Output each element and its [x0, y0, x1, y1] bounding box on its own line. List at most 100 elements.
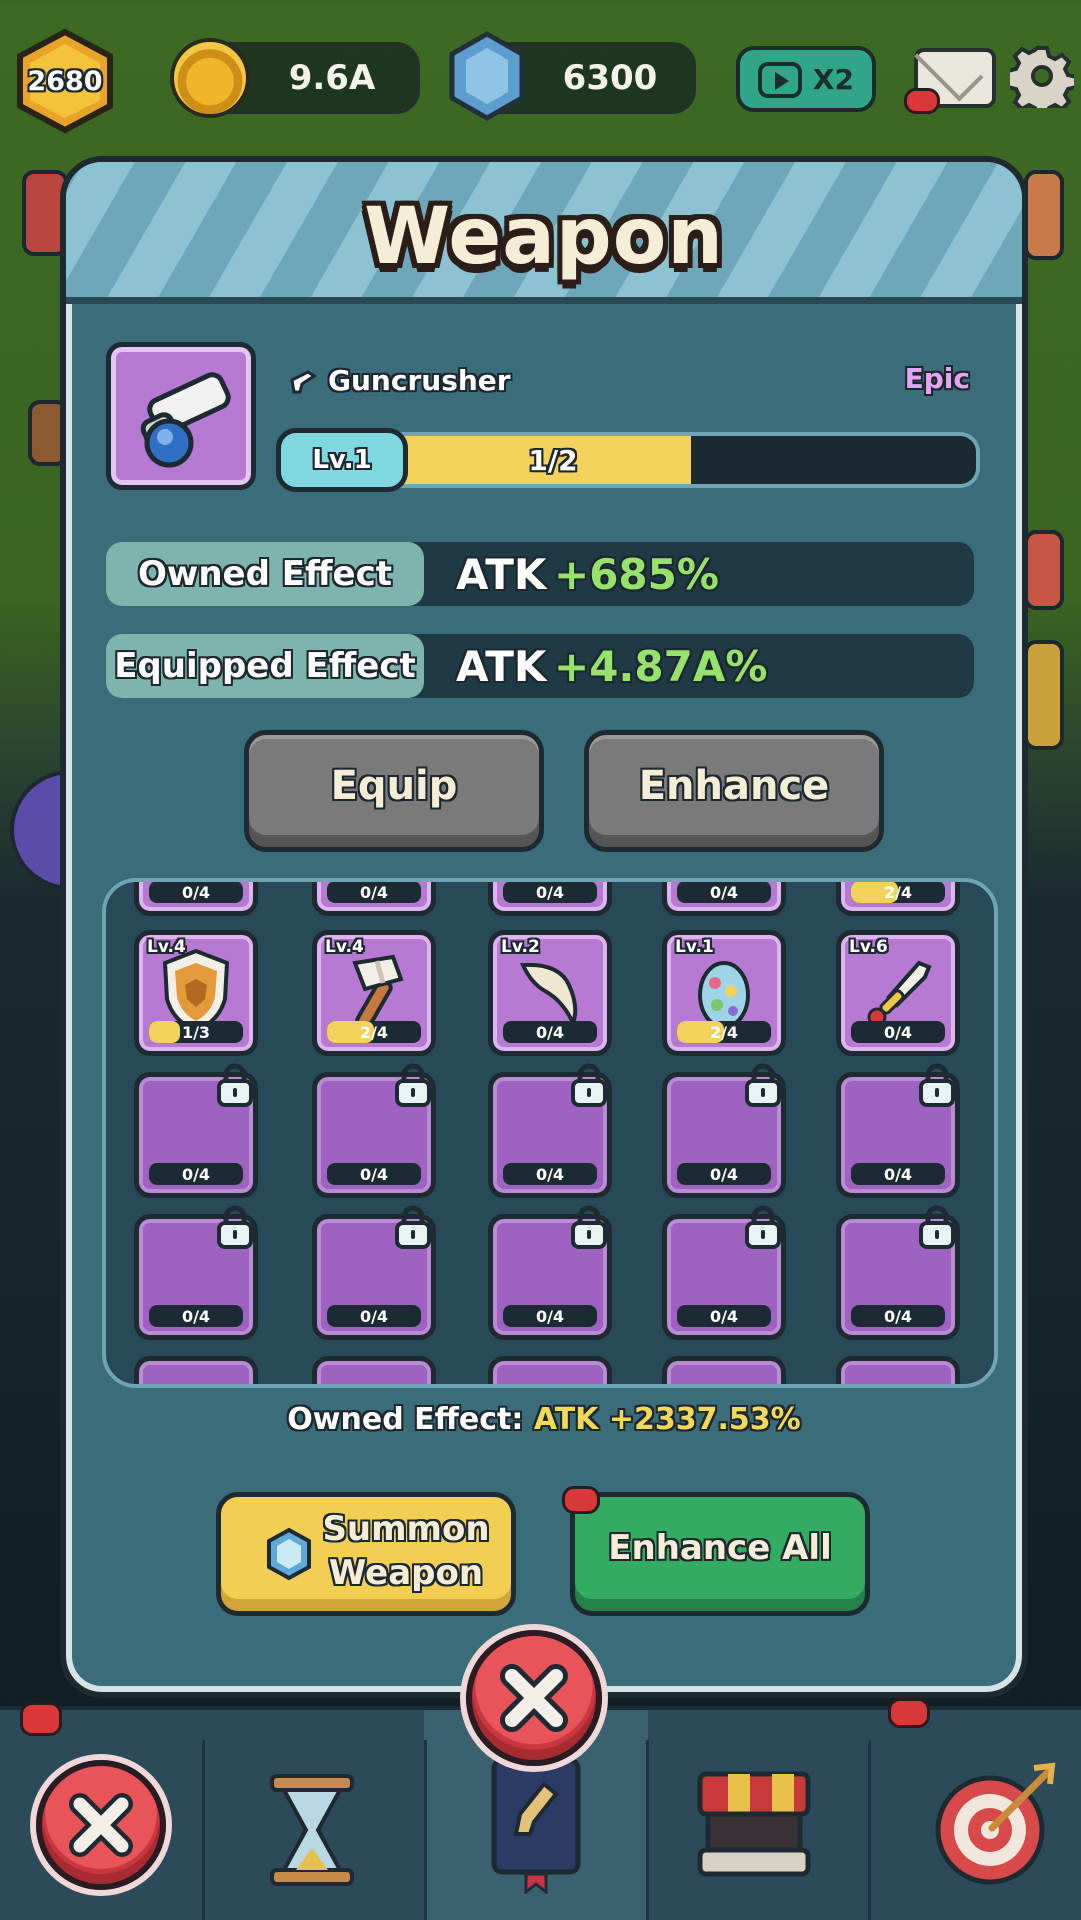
weapon-slot[interactable]: 0/4	[312, 882, 436, 916]
locked-weapon-slot[interactable]: 0/4	[662, 1063, 786, 1198]
locked-weapon-slot[interactable]: 0/4	[662, 1205, 786, 1340]
background-side-icon	[1024, 170, 1064, 260]
equipped-effect-label: Equipped Effect	[106, 634, 424, 698]
slot-count: 0/4	[535, 882, 565, 902]
slot-count: 0/4	[883, 1022, 913, 1042]
weapon-slot-hammer[interactable]: Lv.4 2/4	[312, 930, 436, 1056]
lock-icon	[919, 1205, 955, 1249]
slot-count: 0/4	[181, 1306, 211, 1326]
summon-label-line1: Summon	[322, 1509, 490, 1549]
shop-stall-icon[interactable]	[694, 1770, 814, 1880]
slot-count: 0/4	[359, 1164, 389, 1184]
close-panel-button[interactable]	[466, 1630, 602, 1766]
slot-count: 0/4	[883, 1306, 913, 1326]
speed-boost-button[interactable]: X2	[736, 46, 876, 112]
slot-count: 0/4	[709, 882, 739, 902]
lock-icon	[395, 1063, 431, 1107]
weapon-gun-icon	[140, 372, 231, 468]
background-side-icon-2	[1024, 530, 1064, 610]
lock-icon	[217, 1205, 253, 1249]
close-icon	[500, 1664, 568, 1732]
gear-icon[interactable]	[1010, 44, 1074, 108]
slot-level: Lv.1	[675, 937, 714, 957]
slot-count: 0/4	[535, 1306, 565, 1326]
lock-icon	[745, 1205, 781, 1249]
gem-value: 6300	[562, 58, 658, 98]
slot-count: 0/4	[709, 1306, 739, 1326]
equipped-effect-stat: ATK	[456, 641, 547, 691]
nav-notification-dot	[20, 1702, 62, 1736]
slot-level: Lv.4	[147, 937, 186, 957]
locked-weapon-slot[interactable]	[134, 1356, 258, 1384]
locked-weapon-slot[interactable]: 0/4	[488, 1205, 612, 1340]
slot-count: 0/4	[883, 1164, 913, 1184]
hourglass-icon[interactable]	[262, 1770, 362, 1890]
close-icon	[69, 1793, 133, 1857]
owned-effect-value: +685%	[554, 549, 719, 599]
equipped-effect-value: +4.87A%	[554, 641, 768, 691]
level-badge: Lv.1	[276, 428, 408, 492]
slot-level: Lv.4	[325, 937, 364, 957]
slot-count: 2/4	[883, 882, 913, 902]
weapon-slot[interactable]: 0/4	[662, 882, 786, 916]
total-owned-effect-label: Owned Effect:	[287, 1402, 524, 1437]
locked-weapon-slot[interactable]: 0/4	[836, 1205, 960, 1340]
slot-level: Lv.2	[501, 937, 540, 957]
locked-weapon-slot[interactable]	[312, 1356, 436, 1384]
item-name-row: Guncrusher	[288, 360, 511, 400]
weapon-book-icon[interactable]	[486, 1754, 586, 1894]
locked-weapon-slot[interactable]	[836, 1356, 960, 1384]
lock-icon	[745, 1063, 781, 1107]
locked-weapon-slot[interactable]: 0/4	[836, 1063, 960, 1198]
gun-type-icon	[290, 370, 317, 394]
nav-close-button[interactable]	[36, 1760, 166, 1890]
slot-count: 0/4	[181, 882, 211, 902]
lock-icon	[395, 1205, 431, 1249]
total-owned-effect-value: +2337.53%	[608, 1402, 801, 1437]
slot-count: 0/4	[181, 1164, 211, 1184]
mail-notification-dot	[904, 88, 940, 114]
weapon-slot[interactable]: 2/4	[836, 882, 960, 916]
locked-weapon-slot[interactable]: 0/4	[134, 1205, 258, 1340]
weapon-slot[interactable]: 0/4	[134, 882, 258, 916]
equipped-effect-row: Equipped Effect ATK +4.87A%	[106, 634, 974, 698]
lock-icon	[217, 1063, 253, 1107]
lock-icon	[571, 1205, 607, 1249]
slot-count: 0/4	[359, 882, 389, 902]
slot-count: 2/4	[709, 1022, 739, 1042]
selected-weapon-frame[interactable]	[106, 342, 256, 490]
locked-weapon-slot[interactable]	[488, 1356, 612, 1384]
weapon-slot-dagger[interactable]: Lv.6 0/4	[836, 930, 960, 1056]
weapon-slot-egg[interactable]: Lv.1 2/4	[662, 930, 786, 1056]
enhance-button[interactable]: Enhance	[584, 730, 884, 852]
slot-count: 1/3	[181, 1022, 211, 1042]
lock-icon	[919, 1063, 955, 1107]
level-progress-text: 1/2	[528, 443, 578, 477]
locked-weapon-slot[interactable]: 0/4	[312, 1063, 436, 1198]
locked-weapon-slot[interactable]: 0/4	[488, 1063, 612, 1198]
owned-effect-row: Owned Effect ATK +685%	[106, 542, 974, 606]
locked-weapon-slot[interactable]	[662, 1356, 786, 1384]
weapon-slot-shield[interactable]: Lv.4 1/3	[134, 930, 258, 1056]
enhance-all-notification-dot	[562, 1486, 600, 1514]
panel-title: Weapon	[364, 192, 724, 282]
top-hud: 2680 9.6A 6300 X2	[0, 0, 1081, 160]
enhance-all-button[interactable]: Enhance All	[570, 1492, 870, 1616]
slot-count: 0/4	[535, 1022, 565, 1042]
player-level-badge[interactable]: 2680	[12, 28, 118, 134]
summon-label-line2: Weapon	[328, 1553, 484, 1593]
weapon-slot-boomerang[interactable]: Lv.2 0/4	[488, 930, 612, 1056]
locked-weapon-slot[interactable]: 0/4	[312, 1205, 436, 1340]
summon-weapon-button[interactable]: Summon Weapon	[216, 1492, 516, 1616]
total-owned-effect-stat: ATK	[533, 1402, 599, 1437]
equip-button[interactable]: Equip	[244, 730, 544, 852]
weapon-grid[interactable]: 0/4 0/4 0/4 0/4 2/4 Lv.4 1/3 Lv.4 2/4 Lv…	[102, 878, 998, 1388]
slot-count: 0/4	[709, 1164, 739, 1184]
slot-count: 0/4	[359, 1306, 389, 1326]
owned-effect-stat: ATK	[456, 549, 547, 599]
locked-weapon-slot[interactable]: 0/4	[134, 1063, 258, 1198]
total-owned-effect: Owned Effect: ATK +2337.53%	[66, 1402, 1022, 1437]
lock-icon	[571, 1063, 607, 1107]
target-icon[interactable]	[930, 1760, 1060, 1890]
weapon-slot[interactable]: 0/4	[488, 882, 612, 916]
